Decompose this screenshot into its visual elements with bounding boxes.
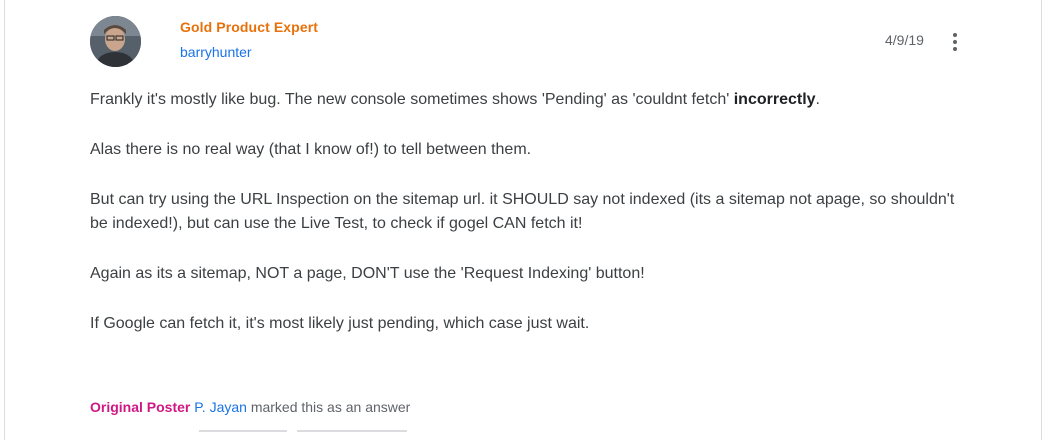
marked-answer-text: marked this as an answer — [250, 399, 411, 415]
more-dot — [953, 33, 957, 37]
more-dot — [953, 40, 957, 44]
product-expert-badge: Gold Product Expert — [180, 19, 319, 35]
more-vert-icon[interactable] — [943, 28, 967, 56]
paragraph-1: Frankly it's mostly like bug. The new co… — [90, 88, 970, 112]
avatar-image — [90, 16, 141, 67]
poster-name-link[interactable]: P. Jayan — [194, 399, 247, 415]
answer-marker: Original Poster P. Jayan marked this as … — [90, 399, 410, 415]
avatar[interactable] — [90, 16, 141, 67]
paragraph-1-emphasis: incorrectly — [733, 91, 816, 108]
paragraph-2: Alas there is no real way (that I know o… — [90, 141, 532, 158]
paragraph-3: But can try using the URL Inspection on … — [90, 191, 955, 232]
author-username[interactable]: barryhunter — [180, 44, 252, 60]
paragraph-1-text: Frankly it's mostly like bug. The new co… — [90, 91, 734, 108]
paragraph-1-end: . — [815, 91, 820, 108]
answer-card: Gold Product Expert barryhunter 4/9/19 F… — [4, 0, 1042, 440]
post-body: Frankly it's mostly like bug. The new co… — [90, 88, 970, 362]
paragraph-5: If Google can fetch it, it's most likely… — [90, 315, 590, 332]
paragraph-4: Again as its a sitemap, NOT a page, DON'… — [90, 265, 645, 282]
original-poster-label: Original Poster — [90, 399, 191, 415]
more-dot — [953, 47, 957, 51]
post-date: 4/9/19 — [885, 32, 924, 48]
